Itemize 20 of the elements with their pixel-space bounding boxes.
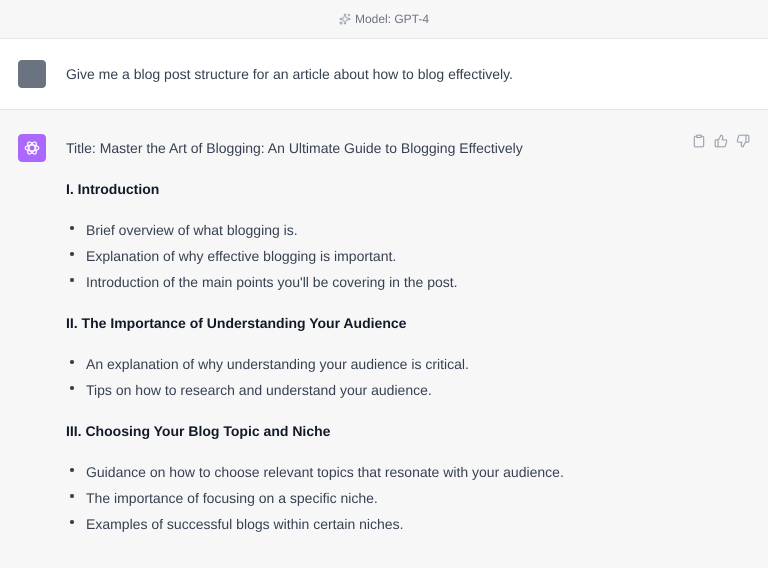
avatar-placeholder <box>18 60 46 88</box>
bullet-text: Brief overview of what blogging is. <box>86 221 298 240</box>
thumbs-down-button[interactable] <box>736 134 750 148</box>
bullet-text: Examples of successful blogs within certain niches. <box>86 515 404 534</box>
section-heading: I. Introduction <box>66 180 160 199</box>
thumbs-up-button[interactable] <box>714 134 728 148</box>
copy-button[interactable] <box>692 134 706 148</box>
user-message: Give me a blog post structure for an article about how to blog effectively. <box>66 65 513 84</box>
section-heading: III. Choosing Your Blog Topic and Niche <box>66 422 332 441</box>
bullet-text: An explanation of why understanding your audience is critical. <box>86 355 469 374</box>
response-title: Title: Master the Art of Blogging: An Ultimate Guide to Blogging Effectively <box>66 139 524 158</box>
model-label: Model: GPT-4 <box>354 11 430 28</box>
section-heading: II. The Importance of Understanding Your Audience <box>66 314 408 333</box>
sparkle-icon <box>338 13 351 25</box>
bullet-text: Explanation of why effective blogging is important. <box>86 247 396 266</box>
logo-icon <box>23 139 41 157</box>
bullet-text: Tips on how to research and understand your audience. <box>86 381 432 400</box>
bullet-text: Introduction of the main points you'll be covering in the post. <box>86 273 458 292</box>
bullet-text: The importance of focusing on a specific niche. <box>86 489 378 508</box>
bullet-text: Guidance on how to choose relevant topics that resonate with your audience. <box>86 463 564 482</box>
